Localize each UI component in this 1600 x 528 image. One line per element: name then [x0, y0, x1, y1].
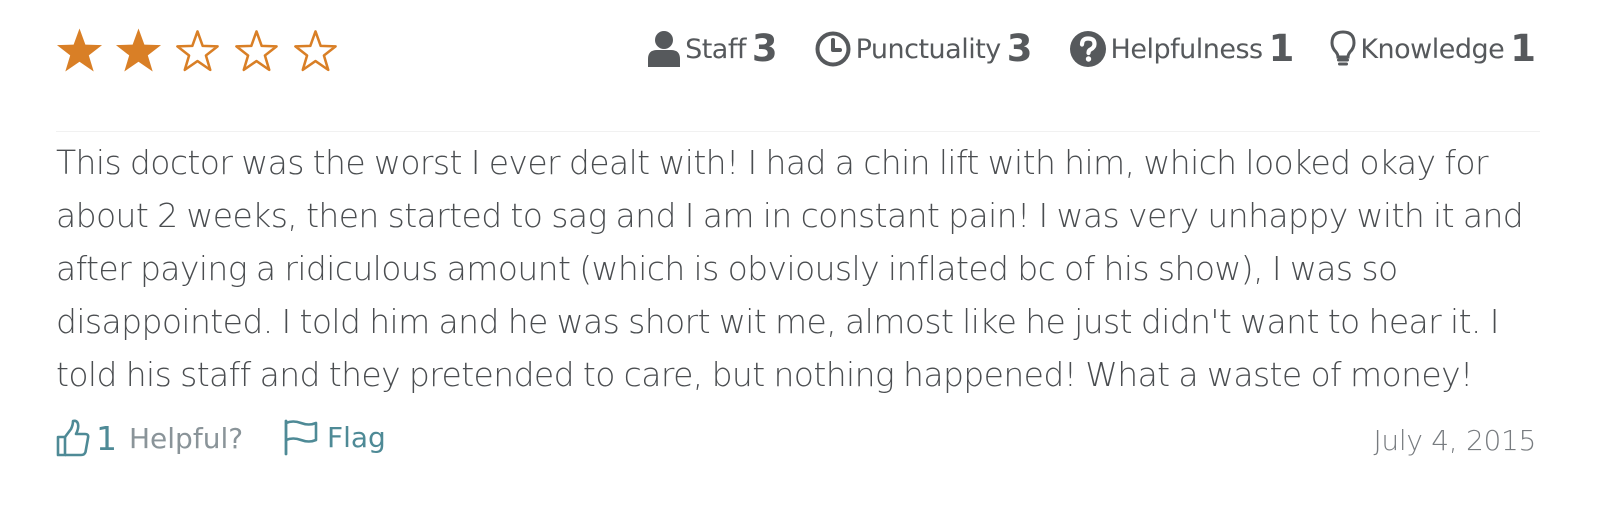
- star-filled-icon: [56, 27, 103, 73]
- star-rating: [56, 27, 339, 73]
- rating-label: Helpfulness: [1110, 33, 1264, 65]
- clock-icon: [814, 30, 852, 68]
- review-card: Staff 3 Punctuality 3 Helpfulness 1 Know…: [56, 0, 1566, 528]
- star-filled-icon: [115, 27, 162, 73]
- rating-value: 1: [1510, 26, 1536, 70]
- rating-label: Punctuality: [855, 33, 1002, 65]
- question-circle-icon: [1069, 30, 1107, 68]
- helpful-button[interactable]: 1 Helpful?: [56, 418, 243, 458]
- rating-punctuality: Punctuality 3: [814, 26, 1033, 71]
- review-text: This doctor was the worst I ever dealt w…: [56, 143, 1524, 394]
- rating-label: Staff: [685, 33, 746, 65]
- flag-button[interactable]: Flag: [283, 418, 386, 456]
- user-icon: [647, 30, 681, 68]
- flag-label: Flag: [327, 420, 386, 454]
- thumbs-up-icon: [56, 418, 90, 458]
- review-date: July 4, 2015: [1373, 424, 1536, 457]
- lightbulb-icon: [1330, 30, 1356, 68]
- rating-value: 3: [751, 26, 778, 70]
- star-empty-icon: [174, 27, 221, 73]
- category-ratings: Staff 3 Punctuality 3 Helpfulness 1 Know…: [647, 22, 1536, 76]
- helpful-label: Helpful?: [129, 421, 244, 455]
- review-footer: 1 Helpful? Flag July 4, 2015: [56, 418, 1536, 468]
- rating-staff: Staff 3: [647, 26, 778, 71]
- rating-knowledge: Knowledge 1: [1330, 26, 1536, 71]
- star-empty-icon: [292, 27, 339, 73]
- rating-helpfulness: Helpfulness 1: [1069, 26, 1295, 71]
- divider: [56, 131, 1540, 132]
- flag-icon: [283, 418, 319, 456]
- star-empty-icon: [233, 27, 280, 73]
- rating-value: 3: [1006, 26, 1033, 70]
- rating-label: Knowledge: [1360, 33, 1505, 65]
- rating-value: 1: [1268, 26, 1295, 70]
- helpful-count: 1: [96, 418, 117, 458]
